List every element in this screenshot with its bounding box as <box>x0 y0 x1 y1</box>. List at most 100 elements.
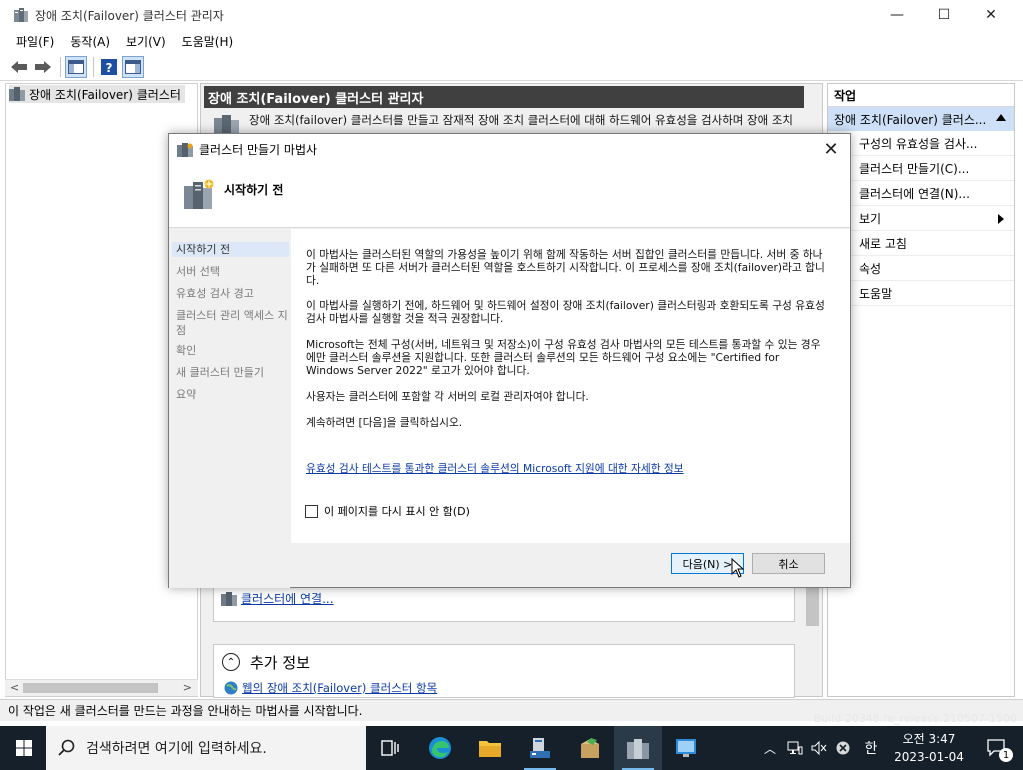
collapse-icon[interactable]: ⌃ <box>222 653 240 671</box>
task-view-icon <box>381 740 399 756</box>
globe-icon <box>224 681 238 695</box>
task-view-button[interactable] <box>366 726 414 770</box>
action-help[interactable]: 도움말 <box>828 281 1014 306</box>
mouse-cursor-icon <box>731 558 745 578</box>
menu-help[interactable]: 도움말(H) <box>174 33 242 50</box>
volume-tray-button[interactable] <box>808 726 830 770</box>
edge-taskbar-button[interactable] <box>416 726 464 770</box>
ime-indicator[interactable]: 한 <box>858 726 884 770</box>
failover-cluster-app-icon <box>14 8 28 22</box>
toolbar: ? <box>0 53 1023 81</box>
maximize-button[interactable]: ☐ <box>921 0 967 30</box>
back-arrow-icon <box>11 60 27 73</box>
web-help-link[interactable]: 웹의 장애 조치(Failover) 클러스터 항목 <box>224 680 437 696</box>
action-connect-to-cluster[interactable]: 클러스터에 연결(N)... <box>828 181 1014 206</box>
action-create-cluster[interactable]: 클러스터 만들기(C)... <box>828 156 1014 181</box>
support-paragraph: Microsoft는 전체 구성(서버, 네트워크 및 저장소)이 구성 유효성… <box>306 338 821 377</box>
step-confirmation: 확인 <box>176 344 197 357</box>
network-icon <box>787 741 803 755</box>
action-validate-configuration[interactable]: 구성의 유효성을 검사... <box>828 131 1014 156</box>
action-properties[interactable]: 속성 <box>828 256 1014 281</box>
menu-bar: 파일(F) 동작(A) 보기(V) 도움말(H) <box>0 30 1023 52</box>
minimize-button[interactable]: — <box>874 0 920 30</box>
connect-link-label: 클러스터에 연결... <box>241 592 334 606</box>
windows-logo-icon <box>16 740 32 756</box>
admin-paragraph: 사용자는 클러스터에 포함할 각 서버의 로컬 관리자여야 합니다. <box>306 390 589 403</box>
chevron-up-icon: ︿ <box>763 741 776 756</box>
submenu-arrow-icon <box>998 214 1004 224</box>
folder-icon <box>479 741 501 757</box>
connect-cluster-icon <box>221 591 237 606</box>
failover-cluster-manager-taskbar-button[interactable] <box>614 726 662 770</box>
actions-sub-header[interactable]: 장애 조치(Failover) 클러스... <box>828 107 1014 131</box>
error-circle-icon <box>836 741 850 755</box>
notification-center-button[interactable]: 1 <box>975 726 1019 770</box>
package-tool-icon <box>581 738 599 758</box>
search-placeholder: 검색하려면 여기에 입력하세요. <box>86 741 267 757</box>
dialog-title-bar: 클러스터 만들기 마법사 <box>177 141 317 158</box>
file-explorer-taskbar-button[interactable] <box>466 726 514 770</box>
menu-view[interactable]: 보기(V) <box>118 33 174 50</box>
checkbox-box[interactable] <box>305 504 318 518</box>
cluster-tool-taskbar-button[interactable] <box>566 726 614 770</box>
help-button[interactable]: ? <box>98 56 120 78</box>
support-info-link[interactable]: 유효성 검사 테스트를 통과한 클러스터 솔루션의 Microsoft 지원에 … <box>306 461 684 476</box>
collapse-up-icon[interactable] <box>996 114 1006 121</box>
taskbar: 검색하려면 여기에 입력하세요. ︿ 한 오전 3:47 2023-01-04 … <box>0 726 1023 770</box>
wizard-steps: 시작하기 전 서버 선택 유효성 검사 경고 클러스터 관리 액세스 지점 확인… <box>169 229 290 588</box>
search-icon <box>58 739 75 756</box>
failover-cluster-icon <box>627 739 649 759</box>
admin-tool-taskbar-button[interactable] <box>662 726 710 770</box>
network-tray-button[interactable] <box>784 726 806 770</box>
recommendation-paragraph: 이 마법사를 실행하기 전에, 하드웨어 및 하드웨어 설정이 장애 조치(fa… <box>306 299 825 325</box>
step-before-you-begin: 시작하기 전 <box>172 242 289 257</box>
tree-item-label: 장애 조치(Failover) 클러스터 <box>29 87 181 102</box>
scroll-right-icon[interactable]: > <box>183 681 192 694</box>
scroll-thumb[interactable] <box>23 683 158 693</box>
toolbar-separator <box>93 56 94 77</box>
action-label: 속성 <box>859 261 882 276</box>
cancel-button[interactable]: 취소 <box>752 553 825 574</box>
create-cluster-wizard-dialog: 클러스터 만들기 마법사 ✕ 시작하기 전 시작하기 전 서버 선택 유효성 검… <box>168 133 851 588</box>
forward-arrow-icon <box>35 60 51 73</box>
forward-button[interactable] <box>32 56 54 78</box>
dont-show-again-checkbox[interactable]: 이 페이지를 다시 표시 안 함(D) <box>305 503 470 519</box>
center-pane-header: 장애 조치(Failover) 클러스터 관리자 <box>204 86 804 108</box>
server-manager-icon <box>530 738 550 758</box>
scroll-left-icon[interactable]: < <box>10 681 19 694</box>
tree-horizontal-scrollbar[interactable]: < > <box>5 679 198 696</box>
actions-pane: 작업 장애 조치(Failover) 클러스... 구성의 유효성을 검사...… <box>827 83 1015 697</box>
volume-muted-icon <box>811 741 827 755</box>
menu-file[interactable]: 파일(F) <box>8 33 62 50</box>
clock-date: 2023-01-04 <box>894 750 964 764</box>
show-console-tree-button[interactable] <box>65 55 87 78</box>
wizard-content: 이 마법사는 클러스터된 역할의 가용성을 높이기 위해 함께 작동하는 서버 … <box>291 229 850 543</box>
taskbar-clock[interactable]: 오전 3:47 2023-01-04 <box>888 730 970 766</box>
build-watermark: Build 20348.fe_release.210507-1500 <box>813 712 1017 725</box>
back-button[interactable] <box>8 56 30 78</box>
error-tray-button[interactable] <box>832 726 854 770</box>
action-label: 보기 <box>859 211 882 226</box>
tree-item-failover-cluster-manager[interactable]: 장애 조치(Failover) 클러스터 <box>9 85 185 103</box>
connect-to-cluster-link[interactable]: 클러스터에 연결... <box>221 590 334 607</box>
dialog-close-button[interactable]: ✕ <box>820 138 842 160</box>
step-validation-warning: 유효성 검사 경고 <box>176 287 254 300</box>
actions-sub-header-label: 장애 조치(Failover) 클러스... <box>834 112 987 127</box>
close-window-button[interactable]: ✕ <box>968 0 1014 30</box>
scroll-thumb[interactable] <box>806 586 819 626</box>
action-label: 도움말 <box>859 286 893 301</box>
taskbar-search-box[interactable]: 검색하려면 여기에 입력하세요. <box>46 726 366 770</box>
menu-action[interactable]: 동작(A) <box>62 33 118 50</box>
server-manager-taskbar-button[interactable] <box>516 726 564 770</box>
action-label: 구성의 유효성을 검사... <box>859 136 978 151</box>
checkbox-label: 이 페이지를 다시 표시 안 함(D) <box>324 505 470 518</box>
cluster-wizard-large-icon <box>184 179 214 209</box>
remote-desktop-icon <box>676 739 696 757</box>
toolbar-separator <box>60 56 61 77</box>
action-label: 클러스터에 연결(N)... <box>859 186 970 201</box>
start-button[interactable] <box>0 726 48 770</box>
show-action-pane-button[interactable] <box>122 55 144 78</box>
show-hidden-icons-button[interactable]: ︿ <box>758 726 782 770</box>
action-refresh[interactable]: 새로 고침 <box>828 231 1014 256</box>
action-view[interactable]: 보기 <box>828 206 1014 231</box>
